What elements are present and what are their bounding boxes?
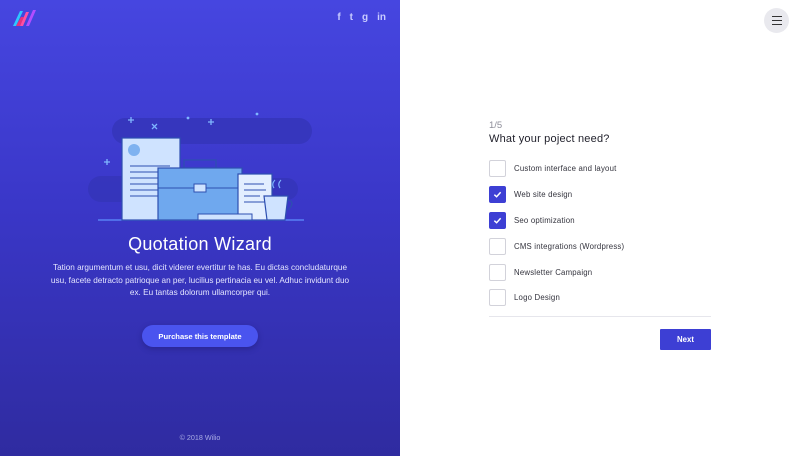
copyright-footer: © 2018 Wilio — [179, 433, 221, 442]
option-seo-optimization[interactable]: Seo optimization — [489, 208, 711, 234]
option-web-site-design[interactable]: Web site design — [489, 182, 711, 208]
step-indicator: 1/5 — [489, 120, 503, 131]
option-label: Custom interface and layout — [514, 164, 617, 174]
brand-logo-icon[interactable] — [12, 8, 38, 28]
next-button[interactable]: Next — [660, 329, 711, 350]
question-title: What your poject need? — [489, 133, 610, 145]
option-custom-interface[interactable]: Custom interface and layout — [489, 156, 711, 182]
hamburger-menu-button[interactable] — [764, 8, 789, 33]
linkedin-icon[interactable]: in — [377, 12, 386, 24]
checkbox[interactable] — [489, 160, 506, 178]
google-plus-icon[interactable]: g — [362, 12, 368, 24]
option-label: Web site design — [514, 190, 573, 200]
option-label: Newsletter Campaign — [514, 267, 593, 277]
divider — [489, 316, 711, 317]
facebook-icon[interactable]: f — [337, 12, 340, 24]
page-title: Quotation Wizard — [128, 234, 272, 254]
menu-line — [771, 23, 782, 26]
checkbox[interactable] — [489, 186, 506, 204]
office-illustration — [88, 112, 312, 221]
check-icon — [493, 191, 502, 198]
options-list: Custom interface and layout Web site des… — [489, 156, 711, 311]
hero-panel: f t g in Quotation Wizard Tation argumen… — [0, 0, 400, 456]
social-links: f t g in — [337, 12, 386, 24]
option-label: Seo optimization — [514, 215, 575, 225]
checkbox[interactable] — [489, 211, 506, 229]
twitter-icon[interactable]: t — [350, 12, 353, 24]
option-label: Logo Design — [514, 293, 560, 303]
hero-description: Tation argumentum et usu, dicit viderer … — [50, 263, 350, 298]
option-logo-design[interactable]: Logo Design — [489, 285, 711, 311]
menu-line — [771, 15, 782, 18]
option-newsletter-campaign[interactable]: Newsletter Campaign — [489, 259, 711, 285]
menu-line — [771, 19, 782, 22]
checkbox[interactable] — [489, 289, 506, 307]
option-label: CMS integrations (Wordpress) — [514, 241, 625, 251]
checkbox[interactable] — [489, 263, 506, 281]
check-icon — [493, 217, 502, 224]
purchase-template-button[interactable]: Purchase this template — [142, 325, 258, 347]
checkbox[interactable] — [489, 237, 506, 255]
option-cms-integrations[interactable]: CMS integrations (Wordpress) — [489, 233, 711, 259]
